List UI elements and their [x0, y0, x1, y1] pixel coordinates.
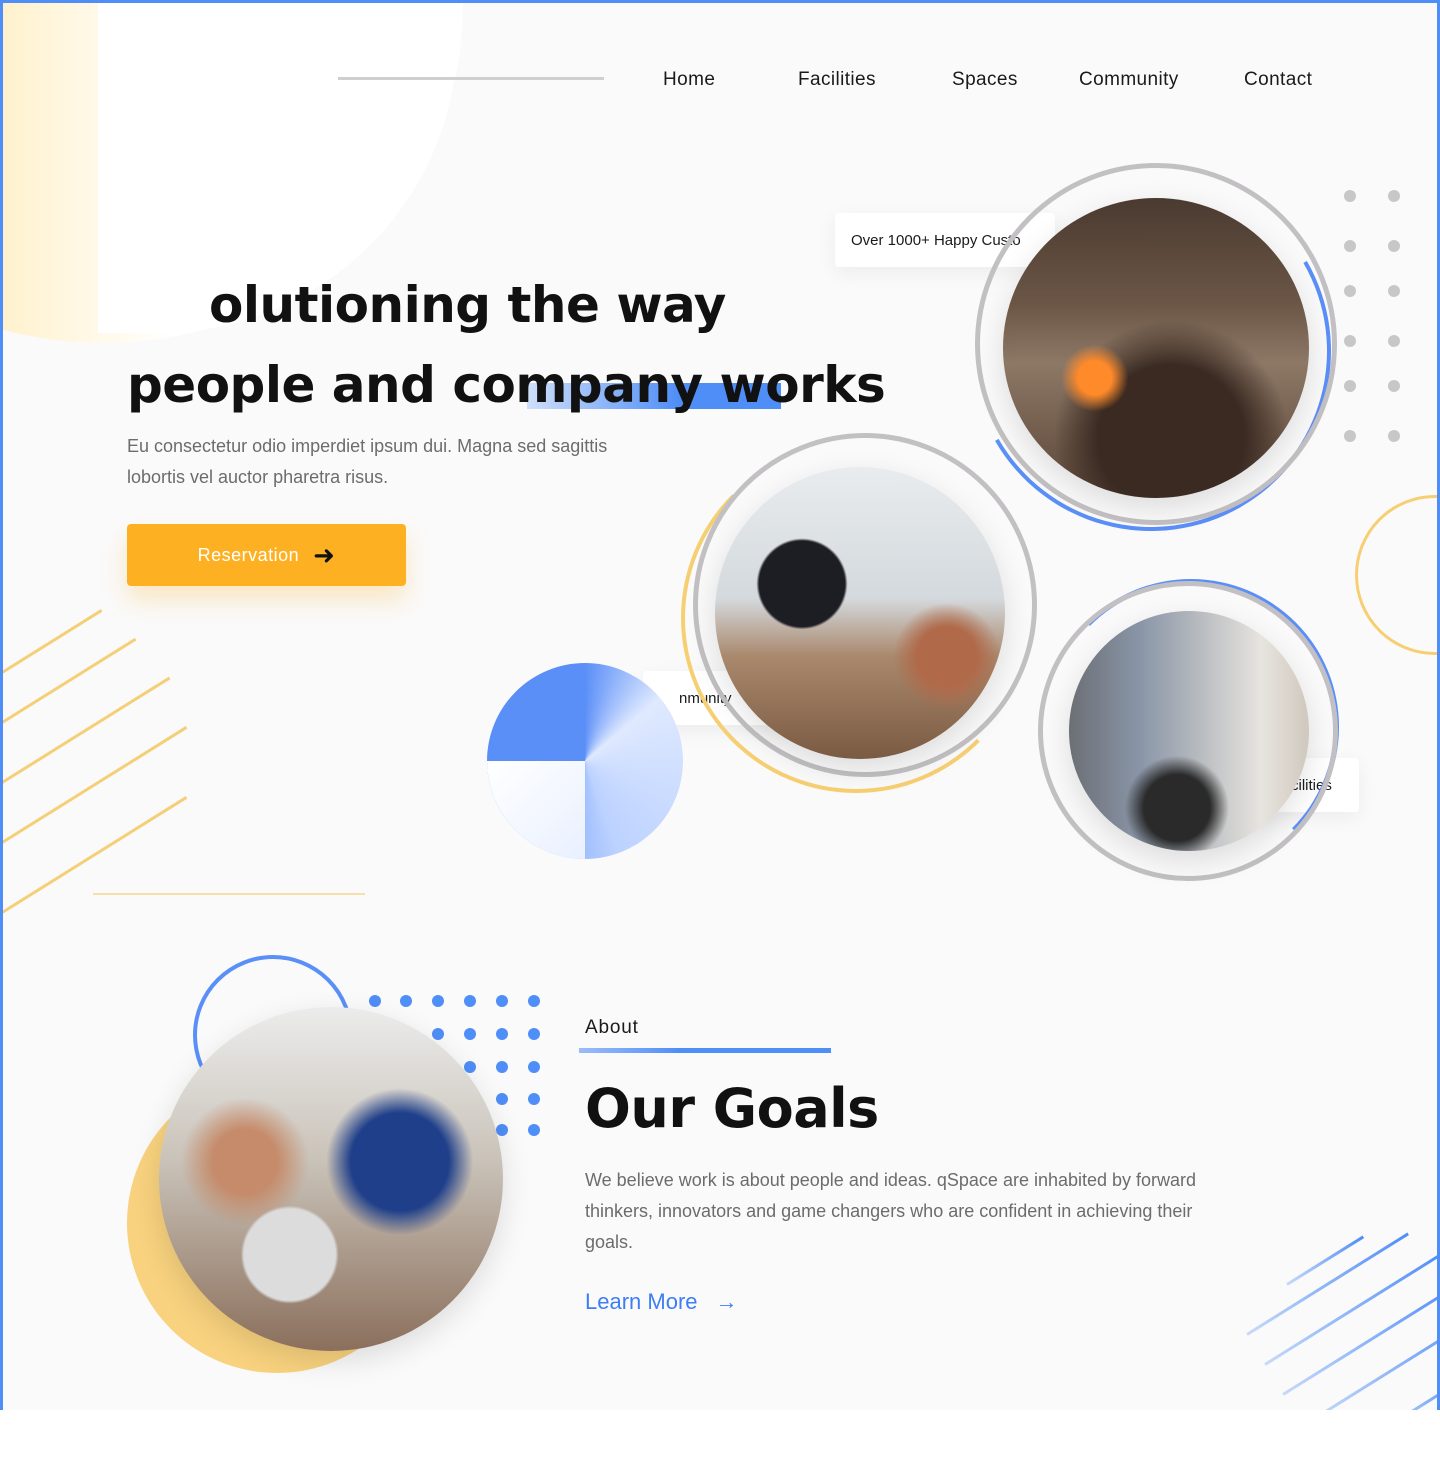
about-label: About [585, 1017, 639, 1038]
goals-text: We believe work is about people and idea… [585, 1170, 1197, 1252]
about-underline [579, 1048, 831, 1053]
goals-title: Our Goals [585, 1077, 879, 1140]
lounge-photo [1003, 198, 1309, 498]
team-laptop-photo [159, 1007, 503, 1351]
nav-divider-line [338, 77, 604, 80]
living-room-photo [1069, 611, 1309, 851]
happy-customers-text: Over 1000+ Happy Custo [851, 231, 1021, 249]
nav-contact[interactable]: Contact [1244, 69, 1312, 91]
gold-divider-line [93, 893, 365, 895]
nav-home[interactable]: Home [663, 69, 715, 91]
arrow-right-icon: ➜ [313, 540, 336, 570]
hero-title-line-2: people and company works [127, 356, 886, 414]
yellow-stripes-decoration [3, 609, 203, 963]
learn-more-link[interactable]: Learn More → [585, 1289, 738, 1315]
nav-spaces[interactable]: Spaces [952, 69, 1018, 91]
hero-title: olutioning the way people and company wo… [127, 265, 886, 425]
page-frame: Home Facilities Spaces Community Contact… [0, 0, 1440, 1410]
hero-title-line-1: olutioning the way [209, 276, 726, 334]
video-meeting-photo [715, 467, 1005, 759]
blue-stripes-decoration [1243, 1213, 1437, 1410]
learn-more-label: Learn More [585, 1289, 698, 1314]
arrow-right-icon: → [715, 1289, 738, 1314]
yellow-ring-decoration [1355, 495, 1437, 655]
gray-dots-decoration [1343, 189, 1403, 449]
hero-subtitle: Eu consectetur odio imperdiet ipsum dui.… [127, 436, 608, 487]
nav-community[interactable]: Community [1079, 69, 1179, 91]
reservation-button[interactable]: Reservation ➜ [127, 524, 406, 586]
reservation-button-label: Reservation [197, 544, 300, 565]
pie-decoration-cutout [487, 761, 585, 859]
main-nav: Home Facilities Spaces Community Contact [643, 69, 1343, 95]
nav-facilities[interactable]: Facilities [798, 69, 876, 91]
